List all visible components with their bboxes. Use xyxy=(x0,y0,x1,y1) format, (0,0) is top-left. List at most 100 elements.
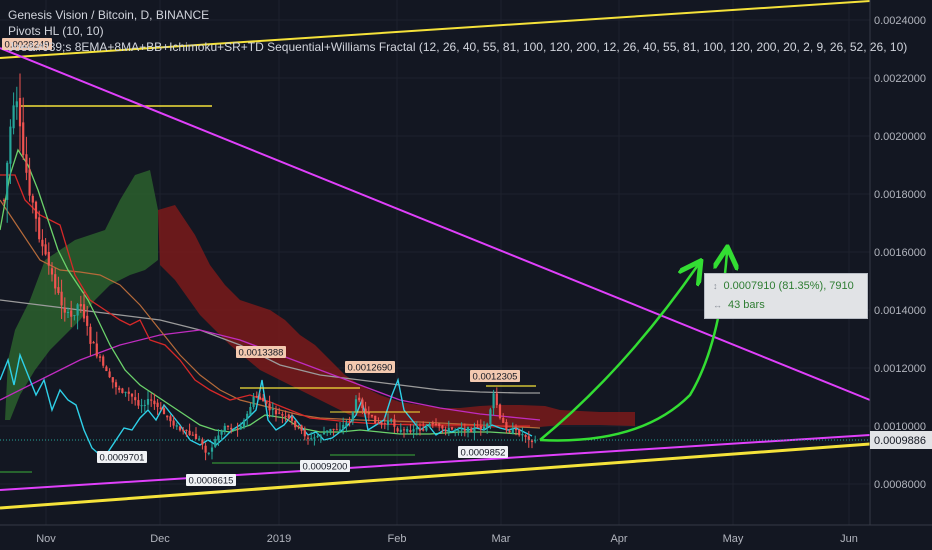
candle-body xyxy=(82,304,86,319)
candle-body xyxy=(377,422,380,424)
candle-body xyxy=(476,426,479,428)
candle-body xyxy=(418,428,422,431)
candle-body xyxy=(393,419,396,427)
candle-body xyxy=(335,429,338,431)
candle-body xyxy=(482,426,486,430)
candle-body xyxy=(166,415,169,418)
candle-body xyxy=(489,409,492,425)
x-tick-label: Mar xyxy=(492,533,511,545)
candle-body xyxy=(130,393,134,397)
candle-body xyxy=(47,251,50,266)
candle-body xyxy=(364,408,367,414)
candle-body xyxy=(342,424,345,429)
candle-body xyxy=(31,195,34,203)
candle-body xyxy=(412,429,415,432)
candle-body xyxy=(473,428,476,433)
candle-body xyxy=(290,416,294,421)
candle-body xyxy=(79,304,82,307)
candle-body xyxy=(194,433,198,440)
candle-body xyxy=(220,430,223,435)
candle-body xyxy=(511,429,514,434)
candle-body xyxy=(409,430,412,433)
y-tick-label: 0.0022000 xyxy=(874,73,926,85)
candle-body xyxy=(223,425,226,432)
candle-body xyxy=(246,413,249,419)
arrows-vertical-icon: ↕ xyxy=(713,281,718,291)
pivot-low-label: 0.0008615 xyxy=(189,476,234,487)
candle-body xyxy=(281,414,284,416)
candle-body xyxy=(425,426,428,431)
candle-body xyxy=(28,169,31,196)
candle-body xyxy=(444,429,447,432)
candle-body xyxy=(188,430,191,436)
candle-body xyxy=(300,425,303,431)
candle-body xyxy=(162,408,166,415)
candle-body xyxy=(345,422,348,427)
candle-body xyxy=(41,239,44,247)
candle-body xyxy=(303,430,306,437)
candle-body xyxy=(73,315,76,317)
candle-body xyxy=(348,421,351,423)
candle-body xyxy=(70,310,73,317)
x-tick-label: 2019 xyxy=(267,533,291,545)
candle-body xyxy=(399,429,402,432)
candle-body xyxy=(527,436,530,441)
candle-body xyxy=(249,407,252,415)
candle-body xyxy=(111,377,114,383)
candle-body xyxy=(150,399,153,401)
candle-body xyxy=(12,105,15,129)
candle-body xyxy=(86,315,89,326)
y-tick-label: 0.0020000 xyxy=(874,131,926,143)
candle-body xyxy=(233,429,236,431)
candle-body xyxy=(118,387,121,390)
candle-body xyxy=(159,407,162,410)
candle-body xyxy=(242,420,246,428)
candle-body xyxy=(502,417,505,423)
candle-body xyxy=(239,425,242,430)
candle-body xyxy=(367,412,370,415)
candle-body xyxy=(226,426,230,428)
pivot-high-label: 0.0012690 xyxy=(348,363,393,374)
candle-body xyxy=(95,343,98,357)
pivot-high-label: 0.0013388 xyxy=(239,348,284,359)
y-tick-label: 0.0014000 xyxy=(874,305,926,317)
candle-body xyxy=(505,422,508,431)
candle-body xyxy=(431,422,434,425)
candle-body xyxy=(9,126,12,164)
x-tick-label: Feb xyxy=(388,533,407,545)
candle-body xyxy=(508,430,511,433)
candle-body xyxy=(310,438,313,440)
candle-body xyxy=(143,404,146,406)
candle-body xyxy=(2,199,6,201)
chart-title: Genesis Vision / Bitcoin, D, BINANCE xyxy=(8,8,210,22)
candle-body xyxy=(18,97,22,127)
pivot-low-label: 0.0009200 xyxy=(303,462,348,473)
candle-body xyxy=(332,428,335,430)
candle-body xyxy=(105,366,108,372)
pivot-low-label: 0.0009852 xyxy=(461,448,506,459)
candle-body xyxy=(380,422,383,425)
candle-body xyxy=(278,412,281,414)
candle-body xyxy=(137,400,140,406)
candle-body xyxy=(457,430,460,432)
arrows-horizontal-icon: ↔ xyxy=(713,300,722,310)
candle-body xyxy=(198,438,201,440)
candle-body xyxy=(396,428,399,432)
candle-body xyxy=(271,409,274,411)
candle-body xyxy=(25,154,28,173)
candle-body xyxy=(169,416,172,422)
candle-body xyxy=(434,423,438,425)
candle-body xyxy=(210,447,214,452)
indicator-combo[interactable]: Joe&#039;s 8EMA+8MA+BB+Ichimoku+SR+TD Se… xyxy=(8,40,907,54)
candle-body xyxy=(518,429,521,436)
pivot-low-label: 0.0009701 xyxy=(100,453,145,464)
candle-body xyxy=(98,356,102,358)
candle-body xyxy=(313,437,316,439)
candle-body xyxy=(454,429,457,431)
indicator-pivots[interactable]: Pivots HL (10, 10) xyxy=(8,24,104,38)
candle-body xyxy=(463,429,466,431)
candle-body xyxy=(258,396,262,400)
y-tick-label: 0.0016000 xyxy=(874,247,926,259)
candle-body xyxy=(185,429,188,431)
candle-body xyxy=(428,424,431,427)
